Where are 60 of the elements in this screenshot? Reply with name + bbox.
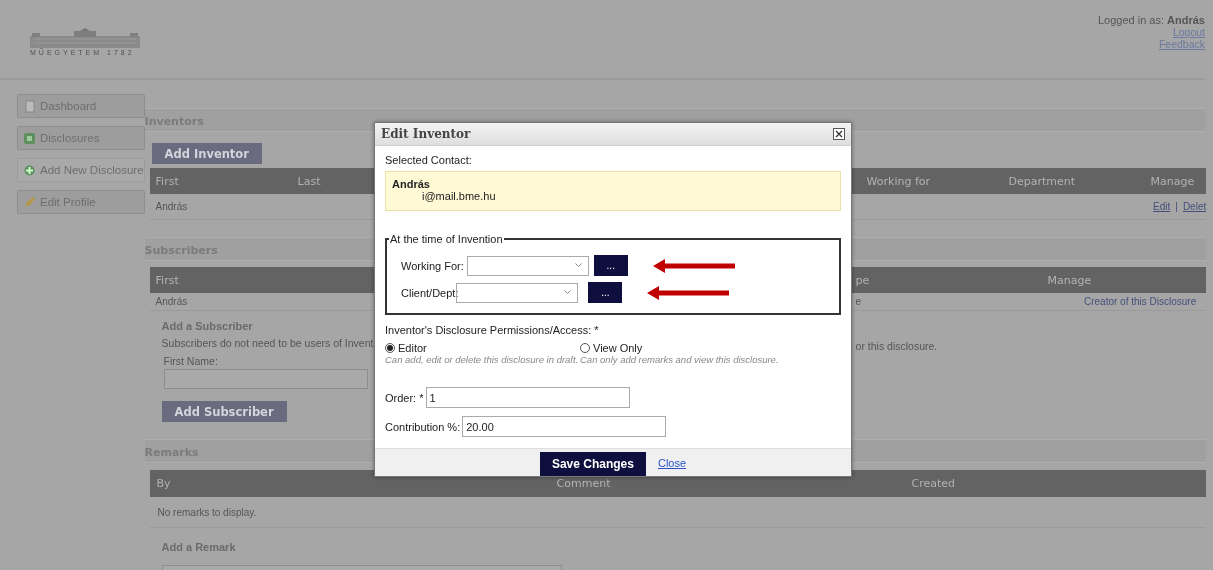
sidebar-icon — [23, 131, 36, 145]
field-label: Selected Contact: — [385, 154, 472, 166]
close-link[interactable]: Close — [657, 456, 687, 469]
contribution-field[interactable]: 20.00 — [462, 416, 667, 437]
field-label: Inventor's Disclosure Permissions/Access: * — [385, 324, 599, 336]
chevron-icon — [564, 290, 572, 295]
radio-option[interactable]: Editor — [385, 342, 580, 354]
close-icon[interactable] — [833, 128, 845, 140]
table-cell: e — [855, 296, 862, 307]
browse-button[interactable]: ... — [593, 255, 628, 276]
sidebar-icon — [23, 163, 36, 177]
column-header: Created — [911, 477, 956, 490]
save-changes-button[interactable]: Save Changes — [539, 452, 646, 476]
order-field[interactable]: 1 — [425, 387, 630, 408]
chevron-icon — [574, 263, 582, 268]
first-name-field[interactable] — [163, 369, 368, 389]
sidebar-icon — [23, 195, 36, 209]
empty-message: No remarks to display. — [157, 506, 257, 518]
link-separator: | — [1175, 201, 1178, 212]
subscriber-note: or this disclosure. — [855, 340, 938, 352]
contact-email: i@mail.bme.hu — [422, 190, 496, 202]
field-label: First Name: — [163, 355, 218, 367]
field-label: Contribution %: — [385, 420, 461, 433]
column-header: By — [156, 477, 171, 490]
field-label: Client/Dept: — [401, 286, 459, 299]
column-header: Manage — [1150, 174, 1196, 188]
column-header: First — [155, 174, 180, 188]
browse-button[interactable]: ... — [588, 282, 623, 303]
column-header: First — [155, 273, 179, 287]
header-link[interactable]: Feedback — [1158, 38, 1205, 50]
column-header: Last — [297, 174, 322, 188]
sidebar-item[interactable]: Add New Disclosure — [17, 158, 145, 182]
dialog-title: Edit Inventor — [381, 127, 471, 141]
row-action-link[interactable]: Edit — [1153, 201, 1171, 212]
option-description: Can add, edit or delete this disclosure in draft. — [385, 354, 580, 365]
field-label: Order: * — [385, 391, 424, 404]
table-cell: András — [155, 296, 188, 307]
column-header: Manage — [1047, 273, 1092, 287]
subsection-title: Add a Subscriber — [161, 320, 254, 332]
add-inventor-button[interactable]: Add Inventor — [151, 143, 262, 164]
column-header: Comment — [556, 477, 611, 490]
radio-button[interactable] — [385, 343, 395, 353]
field-label: Working For: — [401, 259, 464, 272]
table-cell: Creator of this Disclosure — [1084, 296, 1197, 307]
option-description: Can only add remarks and view this disclosure. — [580, 354, 780, 365]
add-subscriber-button[interactable]: Add Subscriber — [161, 401, 287, 422]
contact-name: András — [392, 178, 430, 190]
row-action-link[interactable]: Delet — [1182, 201, 1207, 212]
dropdown-field[interactable] — [466, 255, 589, 276]
fieldset-legend: At the time of Invention — [389, 233, 504, 245]
header-link[interactable]: Logout — [1172, 26, 1205, 38]
radio-option[interactable]: View Only — [580, 342, 841, 354]
column-header: Working for — [866, 174, 932, 188]
column-header: Department — [1008, 174, 1077, 188]
column-header: pe — [855, 273, 870, 287]
dropdown-field[interactable] — [456, 282, 579, 303]
logged-in-text: Logged in as: András — [1097, 14, 1205, 26]
subsection-title: Add a Remark — [161, 541, 236, 553]
table-cell: András — [155, 201, 188, 212]
sidebar-icon — [23, 99, 36, 113]
